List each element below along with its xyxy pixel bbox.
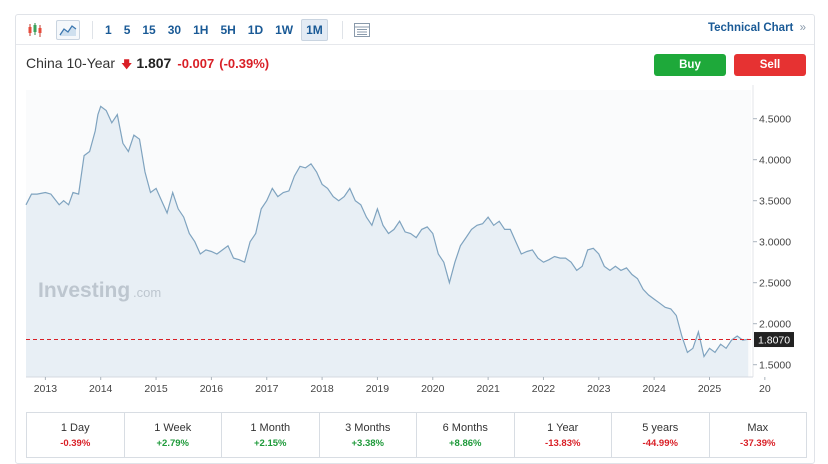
performance-change: -0.39% bbox=[60, 437, 91, 449]
performance-period: 3 Months bbox=[345, 421, 391, 434]
y-tick-label: 4.0000 bbox=[759, 155, 791, 167]
performance-change: +2.79% bbox=[156, 437, 190, 449]
x-tick-label: 2025 bbox=[698, 383, 722, 395]
performance-table: 1 Day -0.39% 1 Week +2.79% 1 Month +2.15% 3 Mo… bbox=[26, 412, 807, 458]
x-tick-label: 2019 bbox=[366, 383, 390, 395]
x-tick-label: 2018 bbox=[310, 383, 334, 395]
y-tick-label: 2.0000 bbox=[759, 319, 791, 331]
performance-change: -13.83% bbox=[545, 437, 581, 449]
performance-cell: 1 Month +2.15% bbox=[222, 413, 320, 457]
current-value-label: 1.8070 bbox=[758, 335, 790, 347]
performance-cell: 1 Year -13.83% bbox=[515, 413, 612, 457]
performance-cell: 1 Day -0.39% bbox=[27, 413, 125, 457]
investing-watermark-suffix: .com bbox=[133, 285, 161, 300]
x-tick-label: 2017 bbox=[255, 383, 279, 395]
performance-cell: 1 Week +2.79% bbox=[125, 413, 222, 457]
performance-period: 5 years bbox=[642, 421, 679, 434]
y-tick-label: 2.5000 bbox=[759, 278, 791, 290]
price-chart[interactable]: Investing .com 1.8070 1.5000 2.0000 2.5000… bbox=[16, 15, 814, 407]
performance-change: -44.99% bbox=[642, 437, 678, 449]
performance-period: 1 Year bbox=[547, 421, 579, 434]
performance-period: 1 Week bbox=[154, 421, 192, 434]
investing-watermark: Investing bbox=[38, 279, 130, 302]
performance-cell: 3 Months +3.38% bbox=[320, 413, 417, 457]
x-tick-label: 20 bbox=[759, 383, 771, 395]
performance-cell: 6 Months +8.86% bbox=[417, 413, 515, 457]
x-tick-label: 2021 bbox=[476, 383, 500, 395]
performance-period: Max bbox=[747, 421, 769, 434]
performance-change: +2.15% bbox=[254, 437, 287, 449]
y-tick-label: 3.5000 bbox=[759, 196, 791, 208]
performance-period: 6 Months bbox=[442, 421, 488, 434]
x-tick-label: 2015 bbox=[144, 383, 168, 395]
performance-change: +8.86% bbox=[449, 437, 482, 449]
x-tick-label: 2016 bbox=[200, 383, 224, 395]
y-tick-label: 4.5000 bbox=[759, 114, 791, 126]
x-tick-label: 2014 bbox=[89, 383, 113, 395]
x-tick-label: 2023 bbox=[587, 383, 611, 395]
y-tick-label: 1.5000 bbox=[759, 360, 791, 372]
y-tick-label: 3.0000 bbox=[759, 237, 791, 249]
performance-cell: Max -37.39% bbox=[710, 413, 807, 457]
x-tick-label: 2013 bbox=[34, 383, 58, 395]
performance-period: 1 Month bbox=[250, 421, 291, 434]
x-tick-label: 2024 bbox=[642, 383, 666, 395]
performance-change: +3.38% bbox=[351, 437, 385, 449]
performance-period: 1 Day bbox=[60, 421, 90, 434]
chart-widget: 1 5 15 30 1H 5H 1D 1W 1M Technical Chart… bbox=[15, 14, 815, 464]
x-tick-label: 2020 bbox=[421, 383, 445, 395]
performance-change: -37.39% bbox=[740, 437, 776, 449]
current-value-tag: 1.8070 bbox=[754, 332, 794, 348]
x-tick-label: 2022 bbox=[532, 383, 556, 395]
performance-cell: 5 years -44.99% bbox=[612, 413, 710, 457]
